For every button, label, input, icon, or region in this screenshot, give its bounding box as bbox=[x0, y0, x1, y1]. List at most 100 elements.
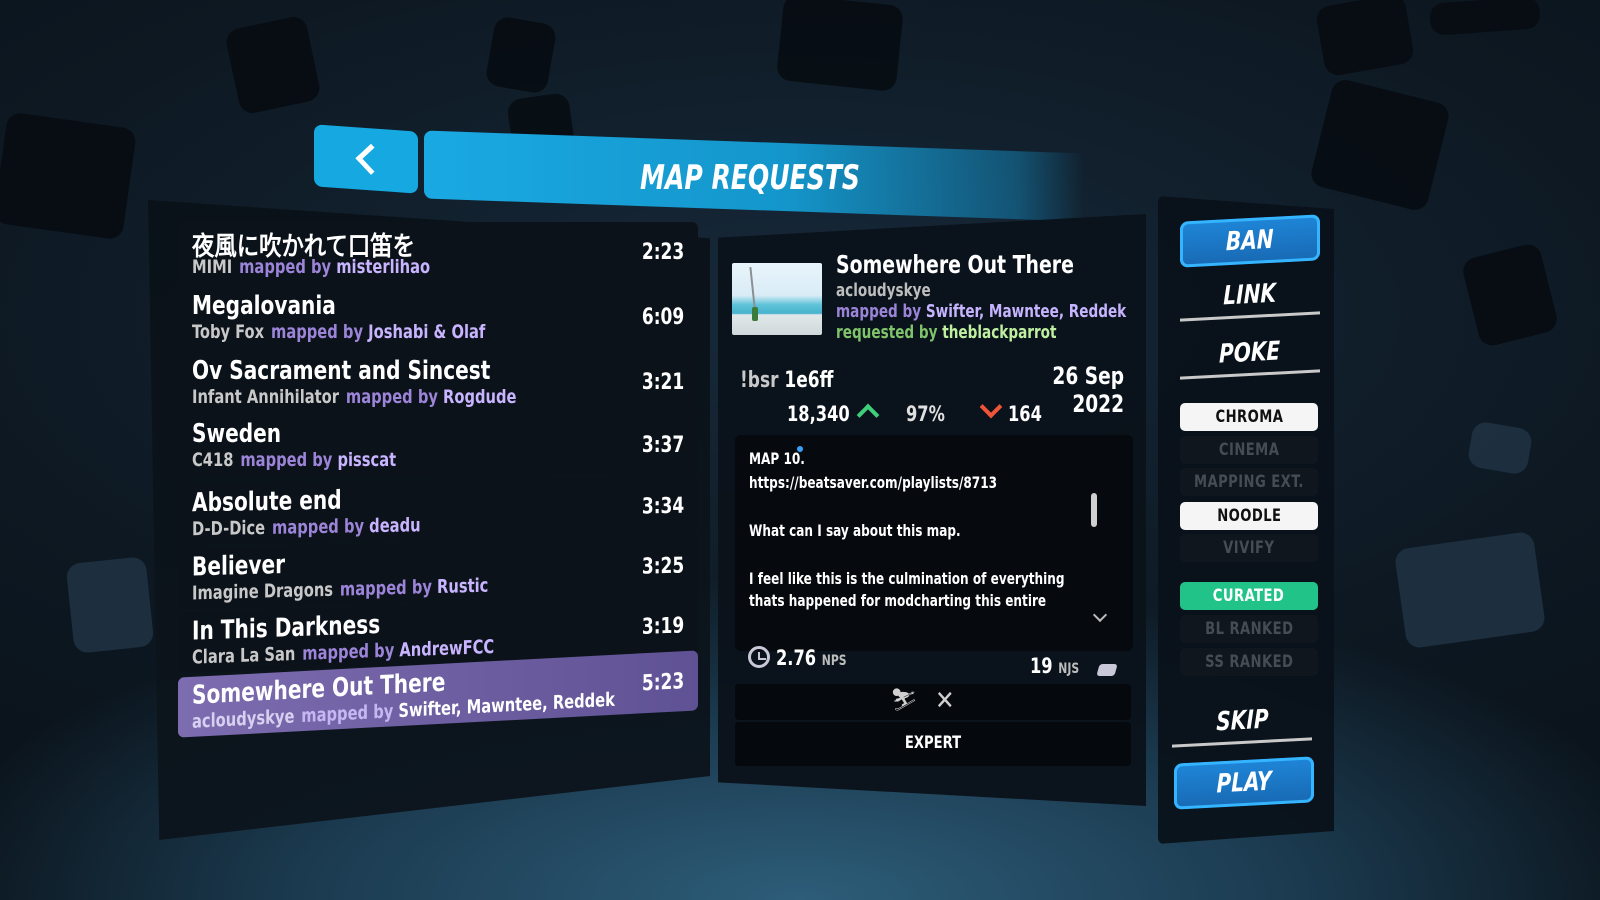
song-artist: Imagine Dragons bbox=[192, 578, 334, 605]
tag-cinema: CINEMA bbox=[1180, 436, 1318, 464]
close-icon[interactable]: ✕ bbox=[935, 686, 955, 716]
mapped-by-label: mapped by bbox=[240, 449, 333, 471]
poke-button[interactable]: POKE bbox=[1180, 326, 1320, 380]
tag-vivify: VIVIFY bbox=[1180, 534, 1318, 562]
nps-unit: NPS bbox=[821, 653, 847, 669]
background-cube bbox=[1314, 0, 1416, 78]
njs-unit: NJS bbox=[1058, 661, 1080, 677]
song-row[interactable]: Megalovania Toby Fox mapped by Joshabi & O… bbox=[178, 287, 698, 347]
background-cube bbox=[1460, 241, 1560, 349]
tag-label: SS RANKED bbox=[1204, 652, 1294, 672]
requester-value: theblackparrot bbox=[942, 322, 1057, 343]
mapped-by-label: mapped by bbox=[301, 700, 394, 728]
no-fail-icon: ⛷ bbox=[890, 688, 918, 713]
song-mapper: deadu bbox=[369, 514, 421, 538]
tag-label: BL RANKED bbox=[1204, 619, 1294, 639]
ban-button[interactable]: BAN bbox=[1180, 214, 1320, 268]
bsr-value: 1e6ff bbox=[784, 368, 834, 393]
background-cube bbox=[1429, 0, 1541, 36]
song-duration: 3:21 bbox=[641, 370, 684, 395]
song-title: Believer bbox=[192, 550, 286, 583]
play-button[interactable]: PLAY bbox=[1174, 756, 1314, 810]
description-scrollbar[interactable] bbox=[1091, 493, 1097, 527]
cover-art bbox=[732, 263, 822, 335]
song-mapper: Rogdude bbox=[443, 386, 517, 408]
skip-button[interactable]: SKIP bbox=[1172, 694, 1312, 748]
song-duration: 3:37 bbox=[641, 433, 684, 458]
song-artist: Toby Fox bbox=[192, 321, 265, 343]
bsr-code: !bsr 1e6ff bbox=[740, 368, 833, 393]
link-button[interactable]: LINK bbox=[1180, 268, 1320, 322]
mapped-by-label: mapped by bbox=[339, 576, 432, 601]
description-line: MAP 10. bbox=[749, 449, 805, 468]
mapped-by-label: mapped by bbox=[271, 321, 364, 343]
song-duration: 5:23 bbox=[641, 669, 684, 697]
song-subtitle: Toby Fox mapped by Joshabi & Olaf bbox=[192, 321, 485, 343]
background-cube bbox=[484, 15, 558, 95]
song-duration: 6:09 bbox=[641, 305, 684, 330]
description-line: thats happened for modcharting this enti… bbox=[749, 591, 1047, 610]
description-line: https://beatsaver.com/playlists/8713 bbox=[749, 473, 998, 492]
tag-label: CURATED bbox=[1213, 586, 1285, 606]
tag-curated: CURATED bbox=[1180, 582, 1318, 610]
tag-label: CHROMA bbox=[1215, 407, 1283, 427]
play-label: PLAY bbox=[1216, 766, 1272, 800]
song-mapper: pisscat bbox=[337, 449, 397, 471]
njs-stat: 19 NJS bbox=[1030, 654, 1079, 678]
tag-mapping-ext: MAPPING EXT. bbox=[1180, 468, 1318, 496]
difficulty-label: EXPERT bbox=[904, 733, 962, 753]
bsr-label: !bsr bbox=[740, 368, 779, 393]
back-button[interactable] bbox=[314, 124, 418, 194]
mapped-by-label: mapped by bbox=[836, 301, 922, 322]
mapped-by-label: mapped by bbox=[302, 639, 395, 665]
skip-label: SKIP bbox=[1215, 704, 1269, 738]
background-cube bbox=[775, 0, 905, 93]
song-row[interactable]: Sweden C418 mapped by pisscat 3:37 bbox=[178, 415, 698, 475]
map-title: Somewhere Out There bbox=[836, 250, 1074, 279]
background-cube bbox=[65, 556, 155, 654]
song-artist: D-D-Dice bbox=[192, 517, 266, 541]
map-artist: acloudyskye bbox=[836, 280, 931, 301]
mappers-value: Swifter, Mawntee, Reddek bbox=[925, 301, 1127, 322]
description-box[interactable]: MAP 10. https://beatsaver.com/playlists/8… bbox=[735, 435, 1133, 651]
song-mapper: misterlihao bbox=[336, 256, 431, 278]
nps-value: 2.76 bbox=[776, 646, 817, 670]
map-requester: requested by theblackparrot bbox=[836, 322, 1057, 343]
downvote-count: 164 bbox=[1008, 402, 1042, 426]
song-title: Ov Sacrament and Sincest bbox=[192, 356, 491, 386]
tag-chroma: CHROMA bbox=[1180, 403, 1318, 431]
requested-by-label: requested by bbox=[836, 322, 938, 343]
song-artist: Infant Annihilator bbox=[192, 386, 340, 408]
song-duration: 2:23 bbox=[641, 240, 684, 265]
upvote-count: 18,340 bbox=[787, 402, 850, 426]
background-cube bbox=[0, 111, 138, 241]
rating-percent: 97% bbox=[906, 402, 945, 426]
song-row[interactable]: Ov Sacrament and Sincest Infant Annihilat… bbox=[178, 352, 698, 412]
song-row[interactable]: Absolute end D-D-Dice mapped by deadu 3:34 bbox=[178, 475, 698, 545]
mapped-by-label: mapped by bbox=[239, 256, 332, 278]
song-row[interactable]: 夜風に吹かれて口笛を MIMI mapped by misterlihao 2:23 bbox=[178, 222, 698, 282]
song-artist: acloudyskye bbox=[192, 705, 295, 733]
song-artist: Clara La San bbox=[192, 642, 296, 669]
pointer-dot bbox=[797, 446, 803, 452]
tag-label: MAPPING EXT. bbox=[1194, 472, 1304, 492]
background-cube bbox=[223, 14, 323, 116]
jump-speed-icon bbox=[1096, 664, 1118, 676]
modifiers-bar bbox=[735, 684, 1131, 720]
song-duration: 3:25 bbox=[641, 553, 684, 580]
tag-label: NOODLE bbox=[1216, 506, 1282, 526]
page-title: MAP REQUESTS bbox=[639, 158, 861, 198]
njs-value: 19 bbox=[1030, 654, 1053, 678]
chevron-down-icon[interactable] bbox=[1092, 607, 1108, 623]
clock-icon bbox=[748, 646, 770, 668]
link-label: LINK bbox=[1223, 278, 1277, 312]
description-line: What can I say about this map. bbox=[749, 521, 961, 540]
song-mapper: AndrewFCC bbox=[399, 636, 495, 662]
background-cube bbox=[1308, 77, 1452, 213]
ban-label: BAN bbox=[1226, 224, 1274, 258]
tag-label: VIVIFY bbox=[1223, 538, 1275, 558]
song-subtitle: D-D-Dice mapped by deadu bbox=[192, 514, 421, 540]
background-cube bbox=[1393, 530, 1547, 650]
song-artist: C418 bbox=[192, 449, 234, 471]
song-title: Megalovania bbox=[192, 291, 336, 321]
